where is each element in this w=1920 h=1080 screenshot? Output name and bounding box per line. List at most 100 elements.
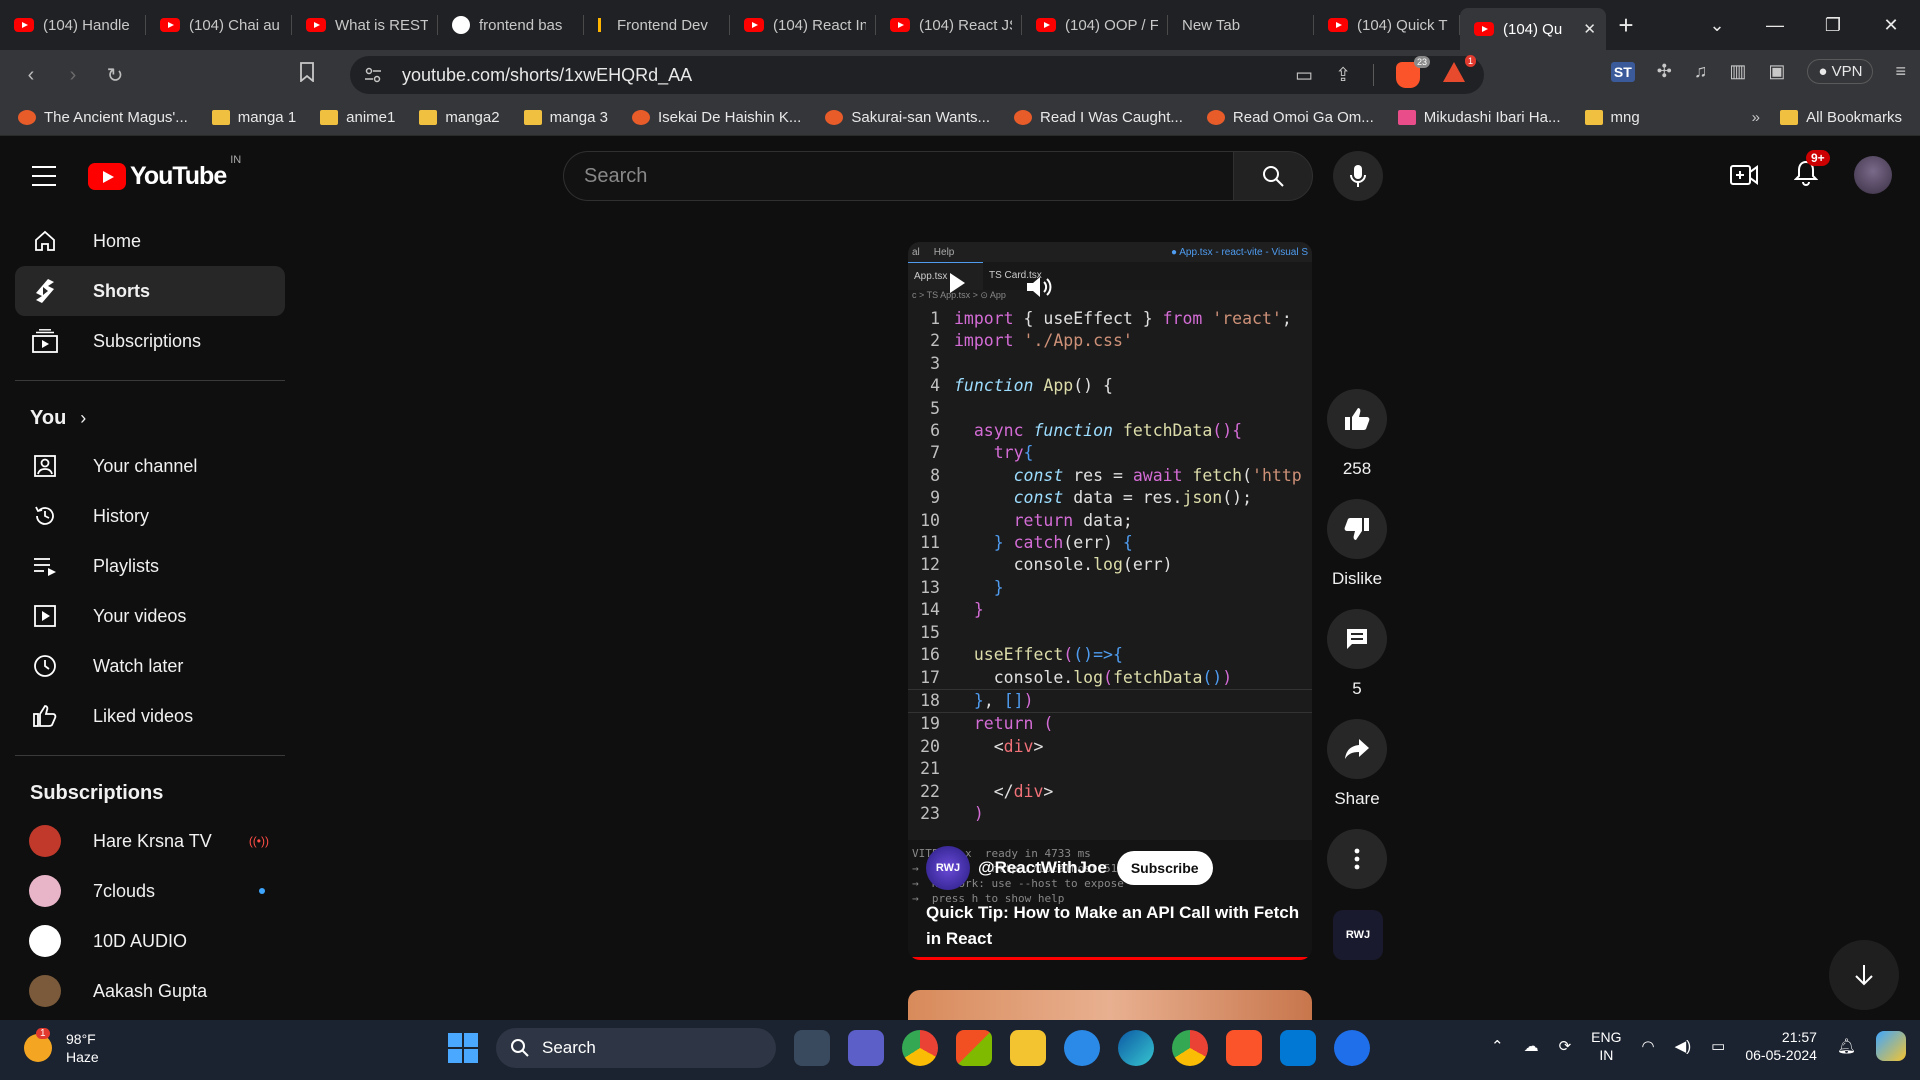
omnibox[interactable]: youtube.com/shorts/1xwEHQRd_AA ▭ ⇪ 23 1 [350,55,1484,94]
browser-tab[interactable]: (104) Quick T [1314,0,1460,50]
taskbar-search[interactable]: Search [496,1028,776,1068]
subscribe-button[interactable]: Subscribe [1116,851,1213,885]
dislike-button[interactable] [1327,499,1387,559]
hamburger-menu-icon[interactable] [32,166,56,186]
notifications-button[interactable]: 9+ [1793,149,1830,191]
wallet-icon[interactable]: ▣ [1768,61,1785,82]
bookmark-page-icon[interactable] [286,62,328,88]
create-video-icon[interactable] [1730,164,1758,186]
browser-tab[interactable]: (104) Handle [0,0,146,50]
next-short-button[interactable] [1829,940,1899,1010]
cast-icon[interactable]: ▭ [1295,64,1313,87]
sidebar-item-playlists[interactable]: Playlists [15,541,285,591]
browser-tab[interactable]: (104) React JS [876,0,1022,50]
brave-icon[interactable] [1226,1030,1262,1066]
comments-button[interactable] [1327,609,1387,669]
bookmark-item[interactable]: manga 1 [211,109,296,126]
media-control-icon[interactable]: ♫ [1694,61,1708,82]
sidebar-item-watch-later[interactable]: Watch later [15,641,285,691]
more-options-button[interactable] [1327,829,1387,889]
help-icon[interactable] [1064,1030,1100,1066]
battery-icon[interactable]: ▭ [1711,1037,1725,1055]
subscription-item[interactable]: 7clouds [15,866,285,916]
brave-shields-icon[interactable]: 23 [1396,56,1430,88]
chrome-icon[interactable] [1172,1030,1208,1066]
vscode-icon[interactable] [1280,1030,1316,1066]
microsoft-store-icon[interactable] [956,1030,992,1066]
clock[interactable]: 21:57 06-05-2024 [1745,1028,1817,1064]
youtube-logo[interactable]: YouTube IN [88,154,241,191]
reload-button[interactable]: ↻ [94,63,136,88]
task-view-icon[interactable] [794,1030,830,1066]
vpn-button[interactable]: ● VPN [1807,59,1874,84]
short-progress-bar[interactable] [908,957,1312,960]
all-bookmarks-button[interactable]: All Bookmarks [1780,109,1902,126]
site-info-icon[interactable] [364,67,382,83]
browser-tab[interactable]: frontend bas [438,0,584,50]
browser-tab[interactable]: (104) OOP / F [1022,0,1168,50]
browser-tab[interactable]: (104) Chai au [146,0,292,50]
channel-avatar[interactable]: RWJ [926,846,970,890]
speaker-icon[interactable]: ◀) [1675,1037,1692,1055]
short-video-player[interactable]: al Help ● App.tsx - react-vite - Visual … [908,242,1312,960]
sidebar-item-your-channel[interactable]: Your channel [15,441,285,491]
browser-tab[interactable]: (104) React In [730,0,876,50]
back-button[interactable]: ‹ [10,64,52,87]
windows-start-icon[interactable] [448,1033,478,1063]
short-title[interactable]: Quick Tip: How to Make an API Call with … [926,900,1306,952]
extensions-puzzle-icon[interactable]: ✣ [1657,61,1672,82]
sidebar-toggle-icon[interactable]: ▥ [1729,61,1746,82]
sound-channel-thumbnail[interactable]: RWJ [1333,910,1383,960]
weather-widget[interactable]: 1 98°F Haze [24,1028,99,1066]
close-tab-icon[interactable]: ✕ [1577,20,1596,38]
subscription-item[interactable]: 10D AUDIO [15,916,285,966]
voice-search-button[interactable] [1333,151,1383,201]
like-button[interactable] [1327,389,1387,449]
bookmark-item[interactable]: Read I Was Caught... [1014,109,1183,126]
onedrive-icon[interactable]: ☁ [1524,1037,1539,1055]
bookmark-item[interactable]: manga2 [419,109,500,126]
minimize-button[interactable]: — [1746,15,1804,36]
channel-name[interactable]: @ReactWithJoe [978,858,1107,878]
subscription-item[interactable]: Hare Krsna TV ((•)) [15,816,285,866]
bookmark-item[interactable]: mng [1584,109,1640,126]
sidebar-item-subscriptions[interactable]: Subscriptions [15,316,285,366]
restore-button[interactable]: ❐ [1804,15,1862,36]
browser-tab[interactable]: New Tab [1168,0,1314,50]
bookmark-item[interactable]: Mikudashi Ibari Ha... [1397,109,1561,126]
bookmark-item[interactable]: The Ancient Magus'... [18,109,188,126]
bookmark-item[interactable]: manga 3 [523,109,608,126]
app-store-icon[interactable] [1334,1030,1370,1066]
bookmark-item[interactable]: Read Omoi Ga Om... [1206,109,1374,126]
volume-button[interactable] [1026,276,1052,303]
subscription-item[interactable]: Aakash Gupta [15,966,285,1016]
sidebar-item-liked-videos[interactable]: Liked videos [15,691,285,741]
bookmark-item[interactable]: Sakurai-san Wants... [825,109,990,126]
language-indicator[interactable]: ENG IN [1591,1028,1621,1064]
edge-icon[interactable] [1118,1030,1154,1066]
tab-search-icon[interactable]: ⌄ [1688,15,1746,36]
browser-tab[interactable]: What is REST [292,0,438,50]
sidebar-item-your-videos[interactable]: Your videos [15,591,285,641]
share-button[interactable] [1327,719,1387,779]
new-tab-button[interactable]: + [1606,10,1646,41]
play-button[interactable] [948,272,966,299]
teams-chat-icon[interactable] [848,1030,884,1066]
browser-tab[interactable]: (104) Qu ✕ [1460,8,1606,50]
browser-menu-icon[interactable]: ≡ [1895,61,1906,82]
close-window-button[interactable]: ✕ [1862,15,1920,36]
show-hidden-icons-icon[interactable]: ⌃ [1491,1037,1504,1055]
bookmark-item[interactable]: Isekai De Haishin K... [631,109,801,126]
copilot-icon[interactable] [1876,1031,1906,1061]
search-button[interactable] [1233,151,1313,201]
bookmarks-overflow-button[interactable]: » [1752,109,1760,126]
account-avatar[interactable] [1854,156,1892,194]
sync-icon[interactable]: ⟳ [1559,1037,1572,1055]
sidebar-item-history[interactable]: History [15,491,285,541]
brave-rewards-icon[interactable]: 1 [1442,55,1476,89]
sidebar-item-shorts[interactable]: Shorts [15,266,285,316]
bookmark-item[interactable]: anime1 [320,109,395,126]
extension-st-icon[interactable]: ST [1610,61,1635,82]
browser-tab[interactable]: Frontend Dev [584,0,730,50]
search-input[interactable] [563,151,1233,201]
